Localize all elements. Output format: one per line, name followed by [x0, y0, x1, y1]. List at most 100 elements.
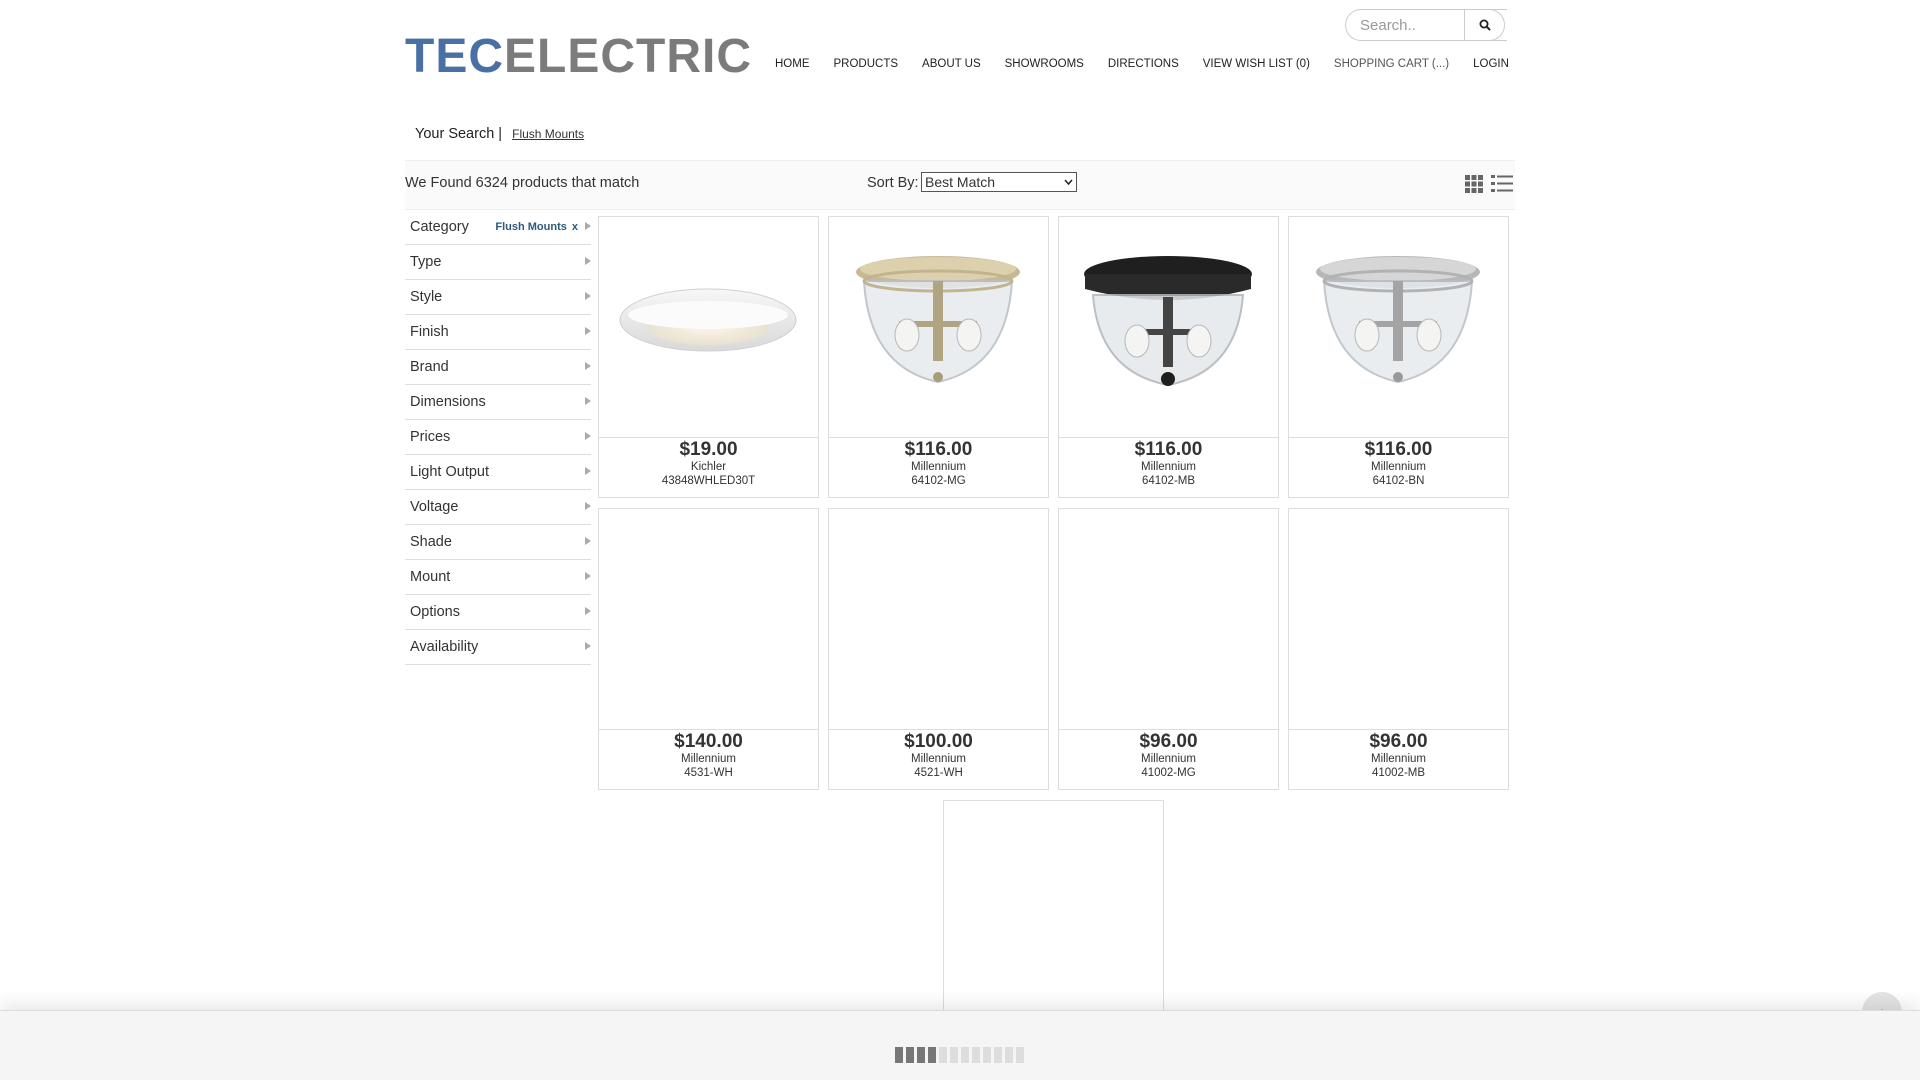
- product-image[interactable]: [599, 217, 818, 438]
- black-glass-fixture-image: [1084, 256, 1252, 387]
- filter-brand[interactable]: Brand: [405, 350, 591, 385]
- filter-label: Style: [410, 289, 443, 305]
- nav-shopping-cart[interactable]: SHOPPING CART (...): [1334, 58, 1449, 70]
- product-price: $19.00: [679, 439, 738, 460]
- expand-arrow-icon: [585, 467, 591, 475]
- nav-about-us[interactable]: ABOUT US: [922, 58, 981, 70]
- product-card[interactable]: $116.00 Millennium 64102-MG: [828, 216, 1049, 498]
- loader-segment: [1016, 1047, 1024, 1063]
- active-filter-chip[interactable]: Flush Mounts x: [495, 221, 578, 233]
- chip-label: Flush Mounts: [495, 221, 567, 233]
- filter-availability[interactable]: Availability: [405, 630, 591, 665]
- product-sku: 41002-MB: [1371, 767, 1426, 779]
- sort-select-value: Best Match: [925, 174, 996, 190]
- filter-mount[interactable]: Mount: [405, 560, 591, 595]
- filter-voltage[interactable]: Voltage: [405, 490, 591, 525]
- loader-segment: [961, 1047, 969, 1063]
- product-image[interactable]: [599, 509, 818, 730]
- loader-segment: [950, 1047, 958, 1063]
- filter-type[interactable]: Type: [405, 245, 591, 280]
- filter-label: Availability: [410, 639, 479, 655]
- product-sku: 43848WHLED30T: [661, 475, 756, 487]
- filter-style[interactable]: Style: [405, 280, 591, 315]
- filter-label: Shade: [410, 534, 452, 550]
- product-card[interactable]: $100.00 Millennium 4521-WH: [828, 508, 1049, 790]
- sort-label: Sort By:: [867, 175, 919, 191]
- nav-wish-list[interactable]: VIEW WISH LIST (0): [1203, 58, 1310, 70]
- product-sku: 41002-MG: [1141, 767, 1196, 779]
- loader-segment: [906, 1047, 914, 1063]
- product-card[interactable]: $116.00 Millennium 64102-MB: [1058, 216, 1279, 498]
- nav-showrooms[interactable]: SHOWROOMS: [1005, 58, 1084, 70]
- loader-segment: [917, 1047, 925, 1063]
- logo[interactable]: TECELECTRIC: [405, 32, 752, 82]
- loading-bar: [0, 1010, 1920, 1080]
- product-image[interactable]: [829, 509, 1048, 730]
- filter-label: Finish: [410, 324, 449, 340]
- filter-label: Voltage: [410, 499, 459, 515]
- product-image[interactable]: [1059, 509, 1278, 730]
- product-image[interactable]: [944, 801, 1163, 1022]
- loader-segment: [994, 1047, 1002, 1063]
- product-card[interactable]: $96.00 Millennium 41002-MG: [1058, 508, 1279, 790]
- filter-finish[interactable]: Finish: [405, 315, 591, 350]
- search-breadcrumb: Your Search | Flush Mounts: [415, 126, 584, 142]
- product-sku: 64102-MB: [1141, 475, 1196, 487]
- filter-light-output[interactable]: Light Output: [405, 455, 591, 490]
- product-brand: Millennium: [1371, 753, 1426, 765]
- remove-filter-icon[interactable]: x: [572, 221, 578, 233]
- search-button[interactable]: [1464, 9, 1505, 41]
- product-image[interactable]: [1289, 509, 1508, 730]
- product-card[interactable]: $140.00 Millennium 4531-WH: [598, 508, 819, 790]
- nav-login[interactable]: LOGIN: [1473, 58, 1509, 70]
- product-price: $96.00: [1369, 731, 1428, 752]
- product-card[interactable]: $96.00 Millennium 41002-MB: [1288, 508, 1509, 790]
- product-image[interactable]: [1059, 217, 1278, 438]
- product-card[interactable]: $116.00 Millennium 64102-BN: [1288, 216, 1509, 498]
- filter-label: Options: [410, 604, 460, 620]
- product-brand: Millennium: [1371, 461, 1426, 473]
- product-price: $140.00: [674, 731, 743, 752]
- expand-arrow-icon: [585, 502, 591, 510]
- filter-shade[interactable]: Shade: [405, 525, 591, 560]
- nav-home[interactable]: HOME: [775, 58, 810, 70]
- product-brand: Millennium: [681, 753, 736, 765]
- chevron-down-icon: [1064, 179, 1073, 185]
- loader-segment: [895, 1047, 903, 1063]
- product-sku: 64102-BN: [1372, 475, 1425, 487]
- product-brand: Millennium: [911, 753, 966, 765]
- expand-arrow-icon: [585, 397, 591, 405]
- filter-label: Prices: [410, 429, 451, 445]
- product-card[interactable]: [943, 800, 1164, 1030]
- results-count: We Found 6324 products that match: [405, 175, 640, 191]
- product-sku: 4531-WH: [684, 767, 733, 779]
- sort-select[interactable]: Best Match: [921, 172, 1077, 192]
- product-brand: Millennium: [911, 461, 966, 473]
- product-card[interactable]: $19.00 Kichler 43848WHLED30T: [598, 216, 819, 498]
- nav-directions[interactable]: DIRECTIONS: [1108, 58, 1179, 70]
- expand-arrow-icon: [585, 642, 591, 650]
- product-sku: 4521-WH: [914, 767, 963, 779]
- filter-prices[interactable]: Prices: [405, 420, 591, 455]
- loader-segment: [983, 1047, 991, 1063]
- product-image[interactable]: [829, 217, 1048, 438]
- filter-category[interactable]: Category Flush Mounts x: [405, 210, 591, 245]
- expand-arrow-icon: [585, 292, 591, 300]
- loader-segment: [939, 1047, 947, 1063]
- product-price: $96.00: [1139, 731, 1198, 752]
- product-price: $116.00: [904, 439, 973, 460]
- filter-dimensions[interactable]: Dimensions: [405, 385, 591, 420]
- product-brand: Millennium: [1141, 461, 1196, 473]
- filter-options[interactable]: Options: [405, 595, 591, 630]
- filter-sidebar: Category Flush Mounts x Type Style Finish…: [405, 210, 591, 665]
- product-price: $116.00: [1134, 439, 1203, 460]
- grid-view-icon[interactable]: [1465, 175, 1483, 193]
- product-image[interactable]: [1289, 217, 1508, 438]
- expand-arrow-icon: [585, 362, 591, 370]
- filter-label: Brand: [410, 359, 449, 375]
- filter-label: Type: [410, 254, 442, 270]
- list-view-icon[interactable]: [1491, 174, 1513, 194]
- nav-products[interactable]: PRODUCTS: [834, 58, 899, 70]
- breadcrumb-label: Your Search |: [415, 126, 503, 142]
- breadcrumb-term-link[interactable]: Flush Mounts: [512, 127, 584, 141]
